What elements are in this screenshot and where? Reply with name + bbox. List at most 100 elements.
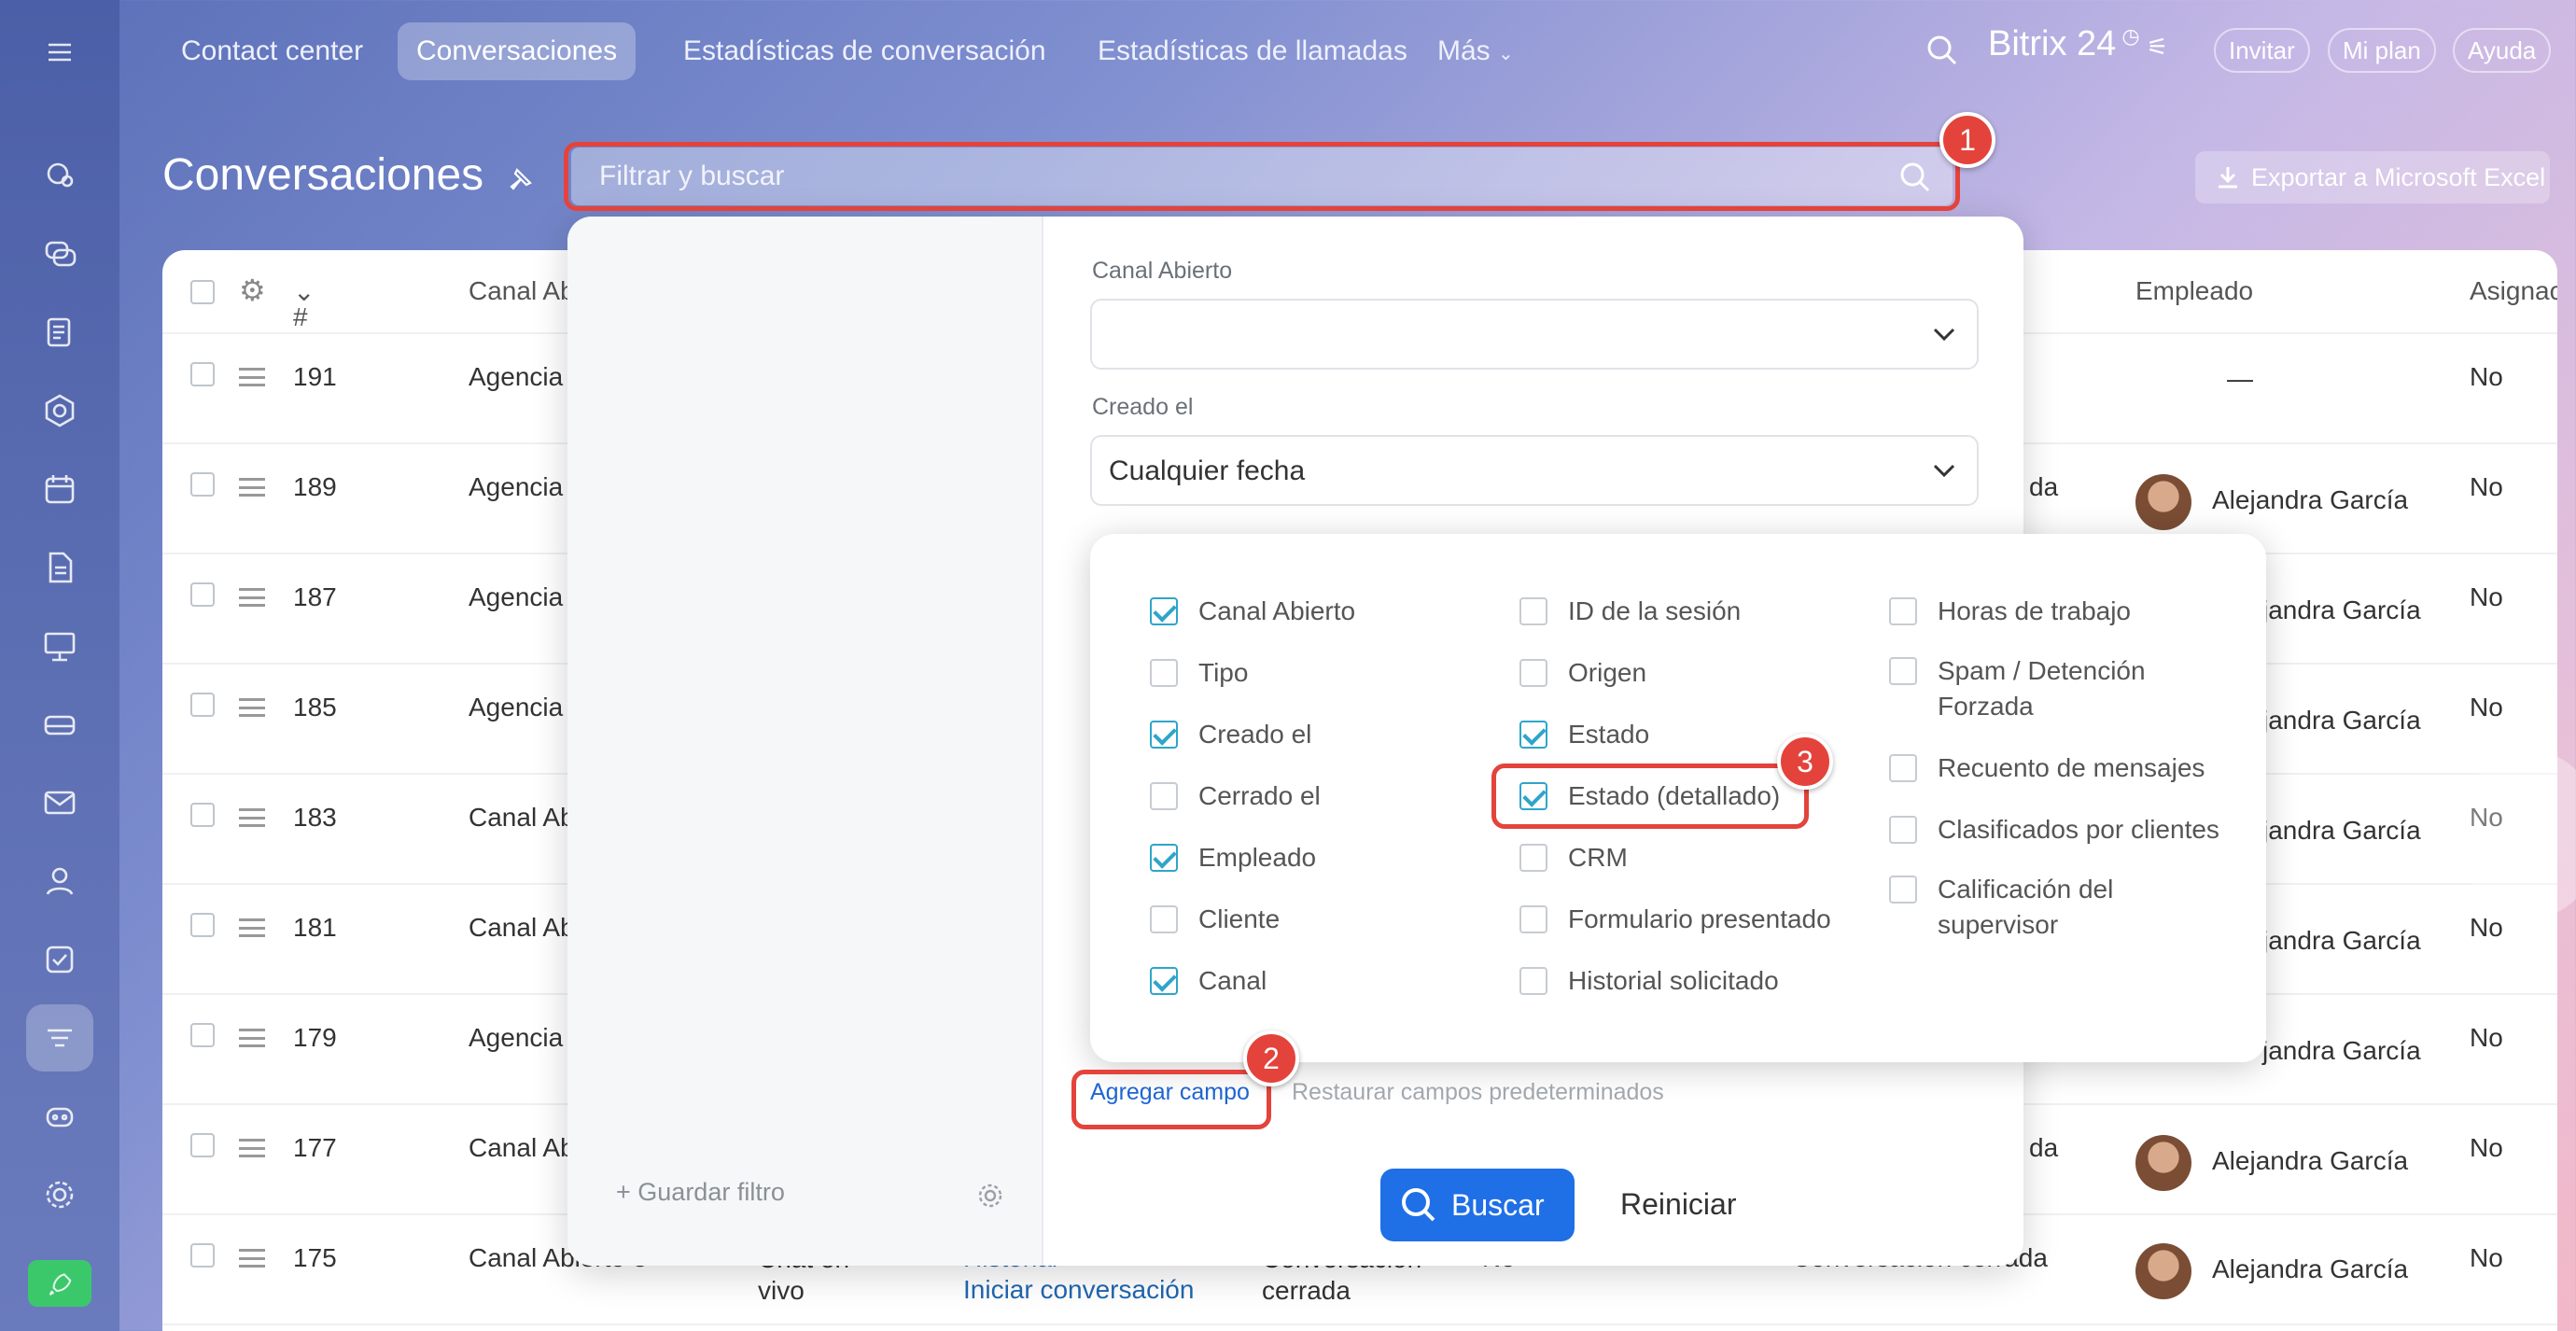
header-employee[interactable]: Empleado: [2135, 276, 2253, 306]
row-checkbox[interactable]: [190, 803, 215, 827]
next-page-arrow[interactable]: [2464, 750, 2576, 918]
row-checkbox[interactable]: [190, 913, 215, 937]
checkbox[interactable]: [1889, 816, 1917, 844]
row-checkbox[interactable]: [190, 362, 215, 386]
search-icon[interactable]: [1925, 34, 1959, 67]
presentation-icon[interactable]: [26, 612, 93, 680]
checkbox[interactable]: [1150, 659, 1178, 687]
robot-icon[interactable]: [26, 1083, 93, 1150]
chat-bubble-icon[interactable]: [26, 142, 93, 209]
checkbox[interactable]: [1519, 659, 1547, 687]
search-highlight-frame: [564, 142, 1960, 211]
checkbox[interactable]: [1150, 844, 1178, 872]
estado-detallado-highlight-frame: [1491, 764, 1809, 829]
drag-handle-icon[interactable]: [239, 478, 265, 497]
search-button[interactable]: Buscar: [1380, 1169, 1575, 1241]
calendar-icon[interactable]: [26, 455, 93, 523]
row-checkbox[interactable]: [190, 1133, 215, 1157]
row-employee[interactable]: Alejandra García: [2212, 1146, 2408, 1176]
brand-logo[interactable]: Bitrix 24 ◷ ⚟: [1988, 24, 2168, 64]
row-status: da: [2029, 472, 2059, 501]
rocket-icon[interactable]: [28, 1260, 91, 1307]
menu-icon[interactable]: [26, 19, 93, 86]
creado-el-select[interactable]: Cualquier fecha: [1090, 435, 1979, 506]
tab-more[interactable]: Más ⌄: [1419, 22, 1533, 80]
my-plan-button[interactable]: Mi plan: [2328, 28, 2436, 73]
settings-icon[interactable]: [26, 1161, 93, 1228]
checkbox[interactable]: [1889, 876, 1917, 904]
export-excel-button[interactable]: Exportar a Microsoft Excel: [2195, 151, 2550, 203]
row-employee: —: [2227, 364, 2253, 393]
row-employee[interactable]: jandra García: [2262, 1036, 2421, 1066]
header-number[interactable]: # ⌄: [293, 276, 315, 331]
drag-handle-icon[interactable]: [239, 918, 265, 937]
canal-abierto-select[interactable]: [1090, 299, 1979, 370]
row-channel: Agencia: [469, 693, 564, 722]
restore-default-fields-link[interactable]: Restaurar campos predeterminados: [1292, 1079, 1664, 1106]
checkbox[interactable]: [1150, 597, 1178, 625]
saved-filters-panel: + Guardar filtro: [567, 217, 1043, 1266]
checkbox[interactable]: [1519, 905, 1547, 933]
reset-button[interactable]: Reiniciar: [1620, 1187, 1736, 1222]
row-employee[interactable]: jandra García: [2262, 706, 2421, 736]
drag-handle-icon[interactable]: [239, 698, 265, 717]
drag-handle-icon[interactable]: [239, 1029, 265, 1047]
checkbox[interactable]: [1889, 754, 1917, 782]
search-button-label: Buscar: [1451, 1188, 1545, 1222]
help-button[interactable]: Ayuda: [2453, 28, 2552, 73]
tab-contact-center[interactable]: Contact center: [162, 22, 382, 80]
tab-conversation-stats[interactable]: Estadísticas de conversación: [665, 22, 1065, 80]
canal-abierto-label: Canal Abierto: [1092, 258, 1233, 284]
row-checkbox[interactable]: [190, 1243, 215, 1268]
header-channel[interactable]: Canal Ab: [469, 276, 575, 306]
row-employee[interactable]: Alejandra García: [2212, 1254, 2408, 1284]
contact-center-icon[interactable]: [26, 1004, 93, 1072]
row-employee[interactable]: jandra García: [2262, 816, 2421, 846]
invite-button[interactable]: Invitar: [2214, 28, 2310, 73]
row-assigned: No: [2470, 1133, 2503, 1162]
drag-handle-icon[interactable]: [239, 588, 265, 607]
row-checkbox[interactable]: [190, 582, 215, 607]
row-checkbox[interactable]: [190, 472, 215, 497]
checkbox[interactable]: [1519, 597, 1547, 625]
checkbox[interactable]: [1519, 844, 1547, 872]
checkbox[interactable]: [1889, 657, 1917, 685]
row-employee[interactable]: jandra García: [2262, 595, 2421, 625]
hexagon-icon[interactable]: [26, 377, 93, 444]
mail-icon[interactable]: [26, 769, 93, 836]
gear-icon[interactable]: [976, 1182, 1004, 1210]
row-employee[interactable]: Alejandra García: [2212, 485, 2408, 515]
drag-handle-icon[interactable]: [239, 1249, 265, 1268]
tab-conversaciones[interactable]: Conversaciones: [398, 22, 637, 80]
row-checkbox[interactable]: [190, 693, 215, 717]
checkbox[interactable]: [1889, 597, 1917, 625]
document-icon[interactable]: [26, 534, 93, 601]
drag-handle-icon[interactable]: [239, 368, 265, 386]
checkbox[interactable]: [1150, 967, 1178, 995]
header-assigned[interactable]: Asignac: [2470, 276, 2557, 306]
drag-handle-icon[interactable]: [239, 1139, 265, 1157]
row-channel: Agencia: [469, 1023, 564, 1052]
messages-icon[interactable]: [26, 220, 93, 287]
field-option-label: Canal: [1198, 966, 1267, 995]
tab-call-stats[interactable]: Estadísticas de llamadas: [1079, 22, 1426, 80]
checkbox[interactable]: [1150, 721, 1178, 749]
grid-settings-icon[interactable]: ⚙: [239, 273, 266, 308]
contacts-icon[interactable]: [26, 848, 93, 915]
pin-icon[interactable]: [508, 166, 534, 192]
checkbox[interactable]: [1150, 782, 1178, 810]
select-all-checkbox[interactable]: [190, 280, 215, 304]
inbox-icon[interactable]: [26, 691, 93, 758]
checkbox[interactable]: [1519, 721, 1547, 749]
save-filter-button[interactable]: + Guardar filtro: [616, 1178, 785, 1207]
row-employee[interactable]: jandra García: [2262, 926, 2421, 956]
feed-icon[interactable]: [26, 299, 93, 366]
checkbox[interactable]: [1519, 967, 1547, 995]
field-option-label: Cliente: [1198, 904, 1281, 933]
checkbox[interactable]: [1150, 905, 1178, 933]
tasks-icon[interactable]: [26, 926, 93, 993]
row-start-conversation-link[interactable]: Iniciar conversación: [963, 1275, 1194, 1305]
row-checkbox[interactable]: [190, 1023, 215, 1047]
row-assigned: No: [2470, 472, 2503, 501]
drag-handle-icon[interactable]: [239, 808, 265, 827]
